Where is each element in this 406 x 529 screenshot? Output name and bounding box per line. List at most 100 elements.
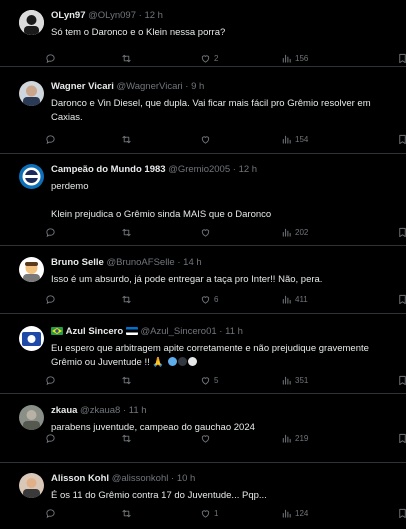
bookmark-icon bbox=[397, 134, 406, 145]
tweet[interactable]: OLyn97 @OLyn097 · 12 h Só tem o Daronco … bbox=[0, 0, 406, 67]
retweet-button[interactable] bbox=[121, 293, 135, 305]
tweet-time[interactable]: 10 h bbox=[177, 473, 196, 484]
retweet-button[interactable] bbox=[121, 226, 135, 238]
like-button[interactable]: 6 bbox=[200, 293, 218, 305]
like-icon bbox=[200, 375, 211, 386]
views-icon bbox=[281, 53, 292, 64]
bookmark-button[interactable] bbox=[397, 133, 406, 145]
tweet-text-line: Grêmio ou Juventude !! 🙏 bbox=[51, 357, 165, 368]
author-name[interactable]: Alisson Kohl bbox=[51, 473, 109, 484]
tweet-actions: 202 bbox=[45, 226, 406, 238]
tweet-time[interactable]: 9 h bbox=[191, 81, 204, 92]
reply-feed: OLyn97 @OLyn097 · 12 h Só tem o Daronco … bbox=[0, 0, 406, 529]
views-count: 124 bbox=[295, 508, 309, 518]
views-button[interactable]: 411 bbox=[281, 293, 308, 305]
tweet-time[interactable]: 11 h bbox=[129, 405, 147, 416]
tweet[interactable]: Alisson Kohl @alissonkohl · 10 h É os 11… bbox=[0, 463, 406, 529]
tweet[interactable]: Azul Sincero @Azul_Sincero01 · 11 h Eu e… bbox=[0, 316, 406, 394]
bookmark-button[interactable] bbox=[397, 507, 406, 519]
author-handle[interactable]: @zkaua8 bbox=[80, 405, 120, 416]
tweet-text-line: É os 11 do Grêmio contra 17 do Juventude… bbox=[51, 490, 267, 501]
retweet-button[interactable] bbox=[121, 52, 135, 64]
like-button[interactable] bbox=[200, 226, 214, 238]
like-button[interactable] bbox=[200, 133, 214, 145]
reply-button[interactable] bbox=[45, 507, 59, 519]
author-handle[interactable]: @Gremio2005 bbox=[168, 164, 230, 175]
avatar[interactable] bbox=[19, 405, 44, 430]
tweet-actions: 219 bbox=[45, 432, 406, 444]
views-button[interactable]: 202 bbox=[281, 226, 308, 238]
retweet-button[interactable] bbox=[121, 374, 135, 386]
avatar[interactable] bbox=[19, 10, 44, 35]
retweet-button[interactable] bbox=[121, 507, 135, 519]
author-handle[interactable]: @BrunoAFSelle bbox=[106, 257, 174, 268]
author-name[interactable]: Bruno Selle bbox=[51, 257, 104, 268]
reply-button[interactable] bbox=[45, 52, 59, 64]
tweet[interactable]: Bruno Selle @BrunoAFSelle · 14 h Isso é … bbox=[0, 247, 406, 314]
tweet[interactable]: Wagner Vicari @WagnerVicari · 9 h Daronc… bbox=[0, 71, 406, 154]
author-name[interactable]: Wagner Vicari bbox=[51, 81, 114, 92]
retweet-button[interactable] bbox=[121, 133, 135, 145]
reply-button[interactable] bbox=[45, 293, 59, 305]
tweet-text-line: Só tem o Daronco e o Klein nessa porra? bbox=[51, 27, 226, 38]
bookmark-icon bbox=[397, 294, 406, 305]
tweet-actions: 2 156 bbox=[45, 52, 406, 64]
bookmark-icon bbox=[397, 508, 406, 519]
reply-button[interactable] bbox=[45, 432, 59, 444]
views-button[interactable]: 219 bbox=[281, 432, 308, 444]
like-button[interactable] bbox=[200, 432, 214, 444]
like-icon bbox=[200, 134, 211, 145]
tweet-time[interactable]: 12 h bbox=[144, 10, 163, 21]
avatar[interactable] bbox=[19, 257, 44, 282]
views-button[interactable]: 156 bbox=[281, 52, 308, 64]
tweet-actions: 6 411 bbox=[45, 293, 406, 305]
tweet-text-line: Daronco e Vin Diesel, que dupla. Vai fic… bbox=[51, 98, 371, 109]
tweet-text: Só tem o Daronco e o Klein nessa porra? bbox=[51, 26, 398, 40]
reply-button[interactable] bbox=[45, 226, 59, 238]
retweet-icon bbox=[121, 375, 132, 386]
like-button[interactable]: 1 bbox=[200, 507, 218, 519]
like-icon bbox=[200, 227, 211, 238]
tweet-time[interactable]: 11 h bbox=[225, 326, 243, 337]
views-button[interactable]: 351 bbox=[281, 374, 308, 386]
author-name[interactable]: Campeão do Mundo 1983 bbox=[51, 164, 166, 175]
tweet-actions: 5 351 bbox=[45, 374, 406, 386]
views-count: 219 bbox=[295, 433, 309, 443]
author-name[interactable]: Azul Sincero bbox=[66, 326, 124, 337]
author-handle[interactable]: @OLyn097 bbox=[88, 10, 136, 21]
bookmark-button[interactable] bbox=[397, 432, 406, 444]
author-name[interactable]: OLyn97 bbox=[51, 10, 86, 21]
avatar[interactable] bbox=[19, 326, 44, 351]
retweet-button[interactable] bbox=[121, 432, 135, 444]
bookmark-button[interactable] bbox=[397, 226, 406, 238]
reply-button[interactable] bbox=[45, 133, 59, 145]
tweet-text: Isso é um absurdo, já pode entregar a ta… bbox=[51, 273, 398, 287]
views-button[interactable]: 124 bbox=[281, 507, 308, 519]
author-name[interactable]: zkaua bbox=[51, 405, 77, 416]
white-circle-emoji bbox=[187, 357, 197, 366]
views-count: 411 bbox=[295, 294, 308, 304]
author-handle[interactable]: @WagnerVicari bbox=[116, 81, 182, 92]
bookmark-button[interactable] bbox=[397, 52, 406, 64]
like-icon bbox=[200, 53, 211, 64]
reply-button[interactable] bbox=[45, 374, 59, 386]
like-button[interactable]: 5 bbox=[200, 374, 218, 386]
avatar[interactable] bbox=[19, 81, 44, 106]
tweet[interactable]: Campeão do Mundo 1983 @Gremio2005 · 12 h… bbox=[0, 154, 406, 246]
bookmark-button[interactable] bbox=[397, 293, 406, 305]
views-count: 154 bbox=[295, 134, 309, 144]
tweet-time[interactable]: 14 h bbox=[183, 257, 202, 268]
like-button[interactable]: 2 bbox=[200, 52, 218, 64]
author-handle[interactable]: @alissonkohl bbox=[112, 473, 169, 484]
avatar[interactable] bbox=[19, 473, 44, 498]
like-icon bbox=[200, 508, 211, 519]
bookmark-button[interactable] bbox=[397, 374, 406, 386]
tweet-time[interactable]: 12 h bbox=[239, 164, 258, 175]
avatar[interactable] bbox=[19, 164, 44, 189]
like-count: 1 bbox=[214, 508, 219, 518]
tweet-text-line: Klein prejudica o Grêmio sinda MAIS que … bbox=[51, 209, 272, 220]
views-button[interactable]: 154 bbox=[281, 133, 308, 145]
author-handle[interactable]: @Azul_Sincero01 bbox=[140, 326, 216, 337]
views-count: 351 bbox=[295, 375, 309, 385]
tweet[interactable]: zkaua @zkaua8 · 11 h parabens juventude,… bbox=[0, 395, 406, 463]
